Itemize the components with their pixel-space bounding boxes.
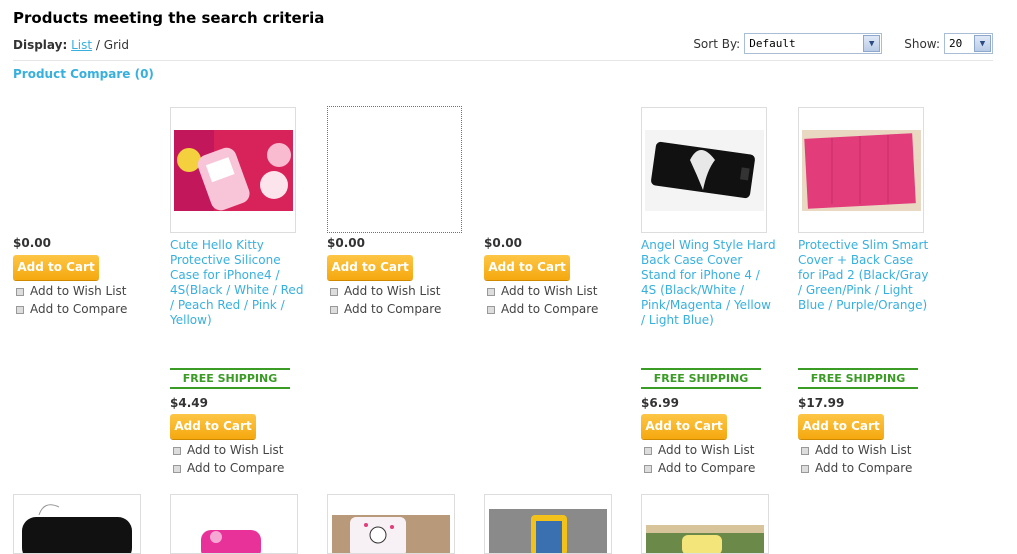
product-name-link[interactable]: Angel Wing Style Hard Back Case Cover St… bbox=[641, 238, 776, 328]
divider bbox=[13, 60, 993, 61]
add-to-cart-button[interactable]: Add to Cart bbox=[327, 255, 413, 280]
add-to-cart-button[interactable]: Add to Cart bbox=[484, 255, 570, 280]
add-to-wishlist-link[interactable]: Add to Wish List bbox=[327, 284, 441, 298]
product-image[interactable] bbox=[170, 494, 298, 554]
sort-bar: Sort By: Default ▼ Show: 20 ▼ bbox=[693, 33, 993, 54]
hello-kitty-dotted-case-image bbox=[332, 515, 450, 553]
chevron-down-icon[interactable]: ▼ bbox=[974, 35, 991, 52]
product-compare-link[interactable]: Product Compare (0) bbox=[13, 67, 154, 81]
pink-case-image bbox=[201, 530, 261, 553]
add-to-wishlist-link[interactable]: Add to Wish List bbox=[641, 443, 755, 457]
stand-case-image bbox=[646, 525, 764, 553]
product-image[interactable] bbox=[484, 494, 612, 554]
free-shipping-badge: FREE SHIPPING bbox=[641, 368, 761, 389]
product-name-link[interactable]: Protective Slim Smart Cover + Back Case … bbox=[798, 238, 933, 313]
product-price: $0.00 bbox=[484, 236, 522, 250]
product-price: $4.49 bbox=[170, 396, 208, 410]
chevron-down-icon[interactable]: ▼ bbox=[863, 35, 881, 52]
add-to-wishlist-link[interactable]: Add to Wish List bbox=[484, 284, 598, 298]
add-to-compare-link[interactable]: Add to Compare bbox=[484, 302, 598, 316]
add-to-compare-link[interactable]: Add to Compare bbox=[641, 461, 755, 475]
display-label: Display: bbox=[13, 38, 68, 52]
ipad-smart-cover-image bbox=[802, 130, 921, 211]
product-image[interactable] bbox=[641, 107, 767, 233]
bullet-icon bbox=[487, 287, 495, 296]
product-image[interactable] bbox=[641, 494, 769, 554]
bullet-icon bbox=[173, 464, 181, 473]
display-toggle: Display: List / Grid bbox=[13, 38, 129, 52]
add-to-cart-button[interactable]: Add to Cart bbox=[13, 255, 99, 280]
add-to-compare-link[interactable]: Add to Compare bbox=[170, 461, 284, 475]
bullet-icon bbox=[644, 464, 652, 473]
product-image[interactable] bbox=[170, 107, 296, 233]
product-price: $6.99 bbox=[641, 396, 679, 410]
bullet-icon bbox=[644, 446, 652, 455]
sort-label: Sort By: bbox=[693, 36, 741, 51]
angel-wing-case-image bbox=[645, 130, 764, 211]
bullet-icon bbox=[487, 305, 495, 314]
bullet-icon bbox=[173, 446, 181, 455]
sort-select-value: Default bbox=[749, 37, 796, 50]
bullet-icon bbox=[801, 464, 809, 473]
product-price: $0.00 bbox=[13, 236, 51, 250]
bullet-icon bbox=[16, 287, 24, 296]
show-label: Show: bbox=[904, 36, 940, 51]
add-to-cart-button[interactable]: Add to Cart bbox=[798, 414, 884, 439]
bullet-icon bbox=[801, 446, 809, 455]
add-to-wishlist-link[interactable]: Add to Wish List bbox=[170, 443, 284, 457]
show-select-value: 20 bbox=[949, 37, 963, 50]
bullet-icon bbox=[330, 305, 338, 314]
add-to-cart-button[interactable]: Add to Cart bbox=[170, 414, 256, 439]
bullet-icon bbox=[16, 305, 24, 314]
product-image[interactable] bbox=[327, 494, 455, 554]
bullet-icon bbox=[330, 287, 338, 296]
add-to-wishlist-link[interactable]: Add to Wish List bbox=[798, 443, 912, 457]
product-image[interactable] bbox=[13, 494, 141, 554]
display-grid-label: Grid bbox=[103, 38, 129, 52]
display-list-link[interactable]: List bbox=[71, 38, 92, 52]
product-image[interactable] bbox=[798, 107, 924, 233]
yellow-bumper-case-image bbox=[489, 509, 607, 553]
add-to-cart-button[interactable]: Add to Cart bbox=[641, 414, 727, 439]
black-case-image bbox=[22, 504, 132, 553]
page-title: Products meeting the search criteria bbox=[13, 9, 325, 27]
product-price: $0.00 bbox=[327, 236, 365, 250]
hello-kitty-case-image bbox=[174, 130, 293, 211]
display-separator: / bbox=[95, 38, 100, 52]
show-select[interactable]: 20 ▼ bbox=[944, 33, 993, 54]
product-name-link[interactable]: Cute Hello Kitty Protective Silicone Cas… bbox=[170, 238, 305, 328]
free-shipping-badge: FREE SHIPPING bbox=[798, 368, 918, 389]
sort-select[interactable]: Default ▼ bbox=[744, 33, 883, 54]
add-to-wishlist-link[interactable]: Add to Wish List bbox=[13, 284, 127, 298]
add-to-compare-link[interactable]: Add to Compare bbox=[13, 302, 127, 316]
free-shipping-badge: FREE SHIPPING bbox=[170, 368, 290, 389]
add-to-compare-link[interactable]: Add to Compare bbox=[327, 302, 441, 316]
product-price: $17.99 bbox=[798, 396, 845, 410]
product-image-placeholder[interactable] bbox=[327, 106, 462, 233]
add-to-compare-link[interactable]: Add to Compare bbox=[798, 461, 912, 475]
